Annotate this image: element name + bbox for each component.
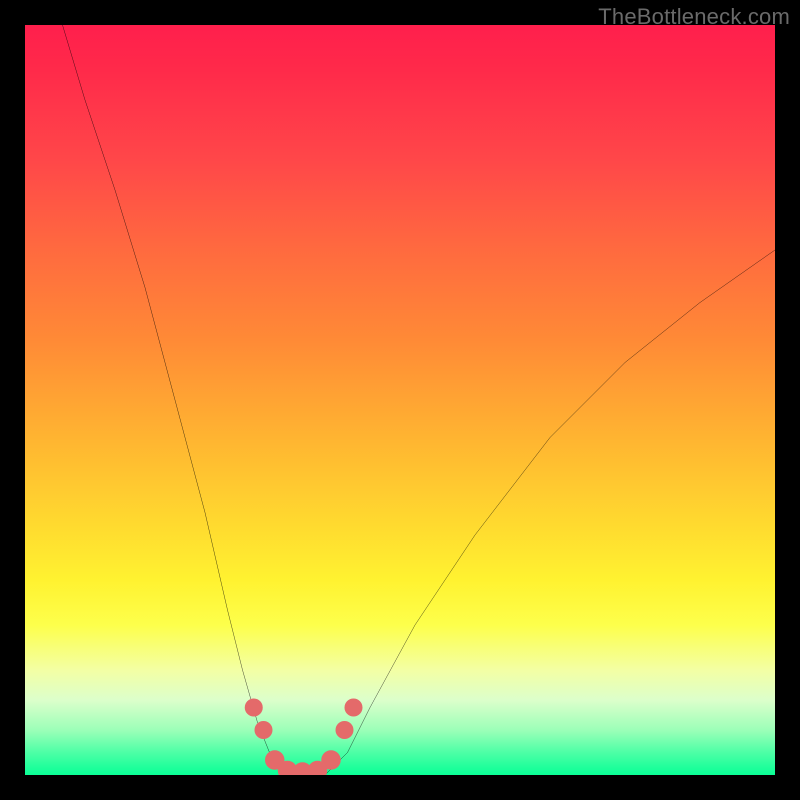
markers-group bbox=[245, 699, 363, 776]
chart-frame: TheBottleneck.com bbox=[0, 0, 800, 800]
marker-dot bbox=[254, 721, 272, 739]
marker-dot bbox=[345, 699, 363, 717]
series-group bbox=[63, 25, 776, 775]
plot-area bbox=[25, 25, 775, 775]
marker-dot bbox=[321, 750, 341, 769]
series-left_curve bbox=[63, 25, 288, 775]
curve-layer bbox=[25, 25, 775, 775]
marker-dot bbox=[245, 699, 263, 717]
series-right_curve bbox=[325, 250, 775, 775]
watermark-text: TheBottleneck.com bbox=[598, 4, 790, 30]
marker-dot bbox=[335, 721, 353, 739]
